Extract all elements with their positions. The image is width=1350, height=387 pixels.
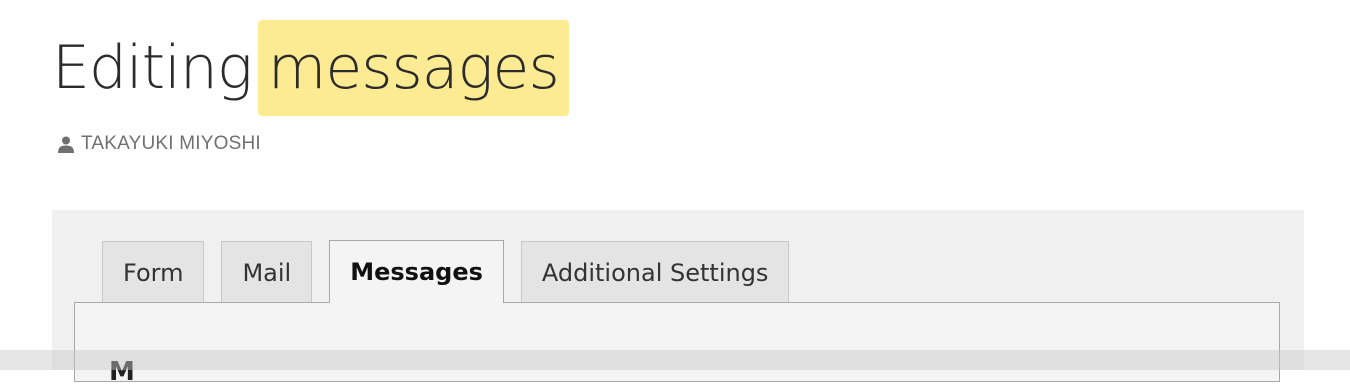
tab-messages[interactable]: Messages [329,240,504,303]
editor-panel: Form Mail Messages Additional Settings M [52,210,1304,387]
page-title: Editing messages [52,18,569,118]
tab-content-panel: M [74,302,1280,387]
tab-form[interactable]: Form [102,241,205,303]
page-title-highlight: messages [257,20,569,116]
page-header: Editing messages [52,18,569,128]
page-title-prefix: Editing [52,33,253,103]
tab-mail[interactable]: Mail [221,241,313,303]
author-byline: TAKAYUKI MIYOSHI [58,133,261,155]
user-icon [58,136,74,153]
tab-additional-settings[interactable]: Additional Settings [520,241,790,303]
bottom-overlay-bar [0,350,1350,370]
author-name: TAKAYUKI MIYOSHI [81,133,261,154]
tab-bar: Form Mail Messages Additional Settings [102,240,790,303]
